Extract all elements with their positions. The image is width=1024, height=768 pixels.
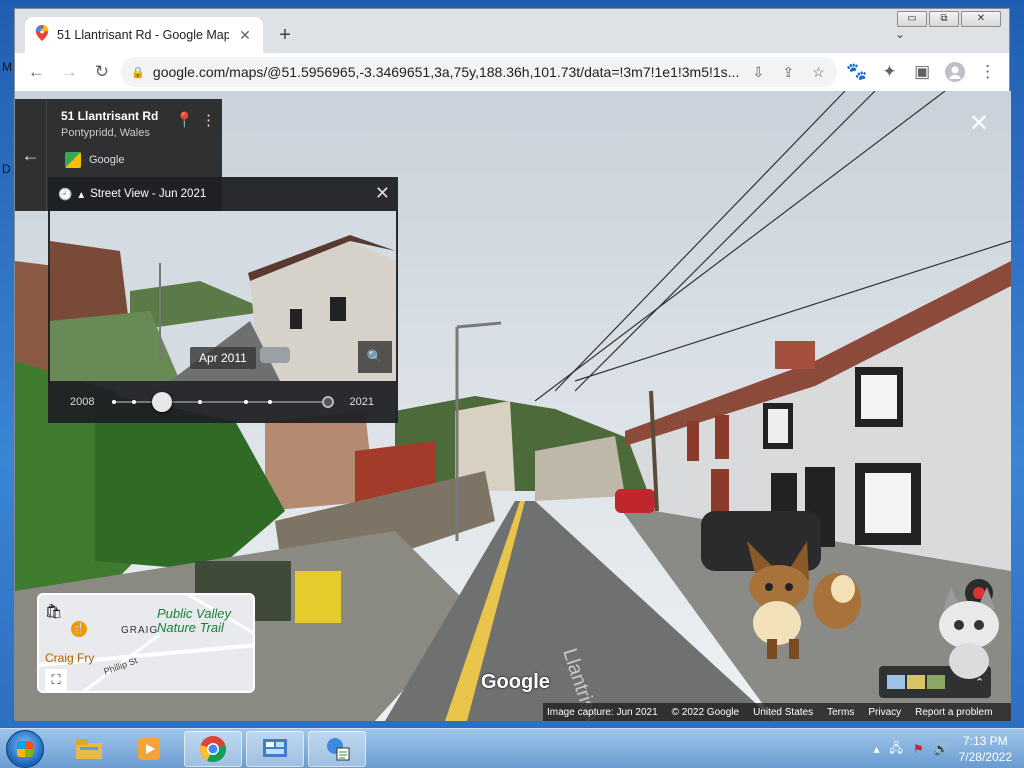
tab-google-maps[interactable]: 51 Llantrisant Rd - Google Maps ✕ — [25, 17, 263, 53]
media-player-taskbar-icon[interactable] — [120, 731, 178, 767]
close-window-button[interactable]: ✕ — [961, 11, 1001, 27]
tab-close-icon[interactable]: ✕ — [237, 27, 253, 44]
show-hidden-icons-icon[interactable]: ▴ — [873, 742, 879, 756]
restaurant-icon[interactable]: 🍴 — [71, 621, 87, 637]
timeline-current-marker[interactable] — [322, 396, 334, 408]
back-arrow-icon[interactable]: ← — [15, 99, 47, 211]
layer-thumb[interactable] — [907, 675, 925, 689]
timeline-end-year: 2021 — [349, 396, 374, 408]
minimap-park-label: Public Valley Nature Trail — [157, 606, 231, 635]
location-pin-icon[interactable]: 📍 — [175, 111, 194, 129]
install-icon[interactable]: ⇩ — [747, 64, 769, 81]
report-problem-link[interactable]: Report a problem — [915, 707, 992, 718]
location-title: 51 Llantrisant Rd — [61, 109, 159, 123]
time-panel-header[interactable]: 🕘 ▴ Street View - Jun 2021 — [48, 177, 398, 211]
cat-pet-icon[interactable] — [927, 579, 1011, 683]
file-explorer-taskbar-icon[interactable] — [60, 731, 118, 767]
share-icon[interactable]: ⇪ — [777, 64, 799, 81]
timeline-handle[interactable] — [152, 392, 173, 412]
profile-avatar-icon[interactable] — [942, 57, 969, 87]
minimap[interactable]: 🛍 🍴 Public Valley Nature Trail GRAIG Cra… — [37, 593, 255, 693]
maps-favicon-icon — [35, 24, 49, 46]
volume-icon[interactable]: 🔊 — [934, 742, 949, 756]
forward-arrow-icon[interactable]: → — [56, 57, 83, 87]
close-time-panel-icon[interactable]: ✕ — [375, 183, 390, 204]
url-text: google.com/maps/@51.5956965,-3.3469651,3… — [152, 64, 740, 80]
timeline-tick[interactable] — [112, 400, 116, 404]
reload-icon[interactable]: ↻ — [88, 57, 115, 87]
paw-extension-icon[interactable]: 🐾 — [843, 57, 870, 87]
zoom-magnifier-icon[interactable]: 🔍 — [358, 341, 392, 373]
provider-name: Google — [89, 154, 125, 166]
bookmark-star-icon[interactable]: ☆ — [807, 64, 829, 81]
terms-link[interactable]: Terms — [827, 707, 854, 718]
region-link[interactable]: United States — [753, 707, 813, 718]
layer-thumb[interactable] — [887, 675, 905, 689]
control-panel-taskbar-icon[interactable] — [246, 731, 304, 767]
browser-toolbar: ← → ↻ 🔒 google.com/maps/@51.5956965,-3.3… — [15, 53, 1009, 91]
provider-label: Google — [65, 152, 124, 168]
clock-time: 7:13 PM — [962, 734, 1008, 748]
extensions-puzzle-icon[interactable]: ✦ — [876, 57, 903, 87]
location-subtitle: Pontypridd, Wales — [61, 127, 150, 139]
network-icon[interactable]: 🖧 — [890, 739, 903, 760]
menu-kebab-icon[interactable]: ⋮ — [974, 57, 1001, 87]
system-tray: ▴ 🖧 ⚑ 🔊 7:13 PM 7/28/2022 — [873, 729, 1012, 768]
image-capture-date: Image capture: Jun 2021 — [547, 706, 658, 718]
back-arrow-icon[interactable]: ← — [23, 57, 50, 87]
preview-date-badge: Apr 2011 — [190, 347, 256, 369]
address-bar[interactable]: 🔒 google.com/maps/@51.5956965,-3.3469651… — [121, 57, 838, 87]
clock-date: 7/28/2022 — [958, 750, 1012, 764]
minimize-button[interactable]: ▭ — [897, 11, 927, 27]
tab-search-icon[interactable]: ⌄ — [895, 27, 905, 41]
timeline-slider[interactable]: 2008 2021 — [48, 383, 398, 421]
start-button[interactable] — [6, 730, 44, 768]
copyright-text: © 2022 Google — [671, 706, 740, 718]
desktop-fragment-m: M — [2, 60, 12, 74]
google-watermark: Google — [481, 671, 550, 693]
shopping-bag-pin-icon[interactable]: 🛍 — [45, 603, 63, 620]
new-tab-button[interactable]: + — [273, 23, 297, 47]
chrome-taskbar-icon[interactable] — [184, 731, 242, 767]
tab-bar: 51 Llantrisant Rd - Google Maps ✕ + ⌄ ▭ … — [15, 9, 1009, 53]
desktop-fragment-d: D — [2, 162, 11, 176]
expand-map-icon[interactable]: ⛶ — [45, 669, 67, 691]
eevee-pet-icon[interactable] — [737, 541, 863, 663]
network-tool-taskbar-icon[interactable] — [308, 731, 366, 767]
map-footer: Image capture: Jun 2021 © 2022 Google Un… — [543, 703, 1011, 721]
browser-window: 51 Llantrisant Rd - Google Maps ✕ + ⌄ ▭ … — [14, 8, 1011, 721]
minimap-place-label: Craig Fry — [45, 651, 95, 665]
history-clock-icon: 🕘 — [58, 189, 73, 201]
side-panel-icon[interactable]: ▣ — [909, 57, 936, 87]
windows-taskbar: ▴ 🖧 ⚑ 🔊 7:13 PM 7/28/2022 — [0, 728, 1024, 768]
timeline-tick[interactable] — [132, 400, 136, 404]
more-options-icon[interactable]: ⋮ — [201, 111, 216, 129]
timeline-tick[interactable] — [244, 400, 248, 404]
caret-up-icon: ▴ — [78, 189, 85, 201]
street-view-time-panel: 🕘 ▴ Street View - Jun 2021 ✕ Apr 2011 🔍 … — [48, 177, 398, 423]
street-view-viewport[interactable]: Llantrisant Rd ← 51 Llantrisant Rd Ponty… — [15, 91, 1011, 721]
timeline-tick[interactable] — [198, 400, 202, 404]
street-view-date-label: Street View - Jun 2021 — [90, 188, 207, 200]
taskbar-clock[interactable]: 7:13 PM 7/28/2022 — [959, 733, 1012, 765]
timeline-start-year: 2008 — [70, 396, 95, 408]
historical-preview-image[interactable]: Apr 2011 🔍 — [50, 211, 396, 381]
timeline-track[interactable] — [112, 392, 334, 412]
privacy-link[interactable]: Privacy — [868, 707, 901, 718]
lock-icon: 🔒 — [131, 66, 145, 79]
google-maps-logo-icon — [65, 152, 81, 168]
timeline-tick[interactable] — [268, 400, 272, 404]
action-center-flag-icon[interactable]: ⚑ — [913, 742, 924, 756]
maximize-button[interactable]: ⧉ — [929, 11, 959, 27]
close-street-view-icon[interactable]: ✕ — [969, 109, 989, 138]
tab-title: 51 Llantrisant Rd - Google Maps — [57, 28, 229, 42]
window-controls: ▭ ⧉ ✕ — [897, 11, 1001, 27]
minimap-area-label: GRAIG — [121, 625, 159, 636]
